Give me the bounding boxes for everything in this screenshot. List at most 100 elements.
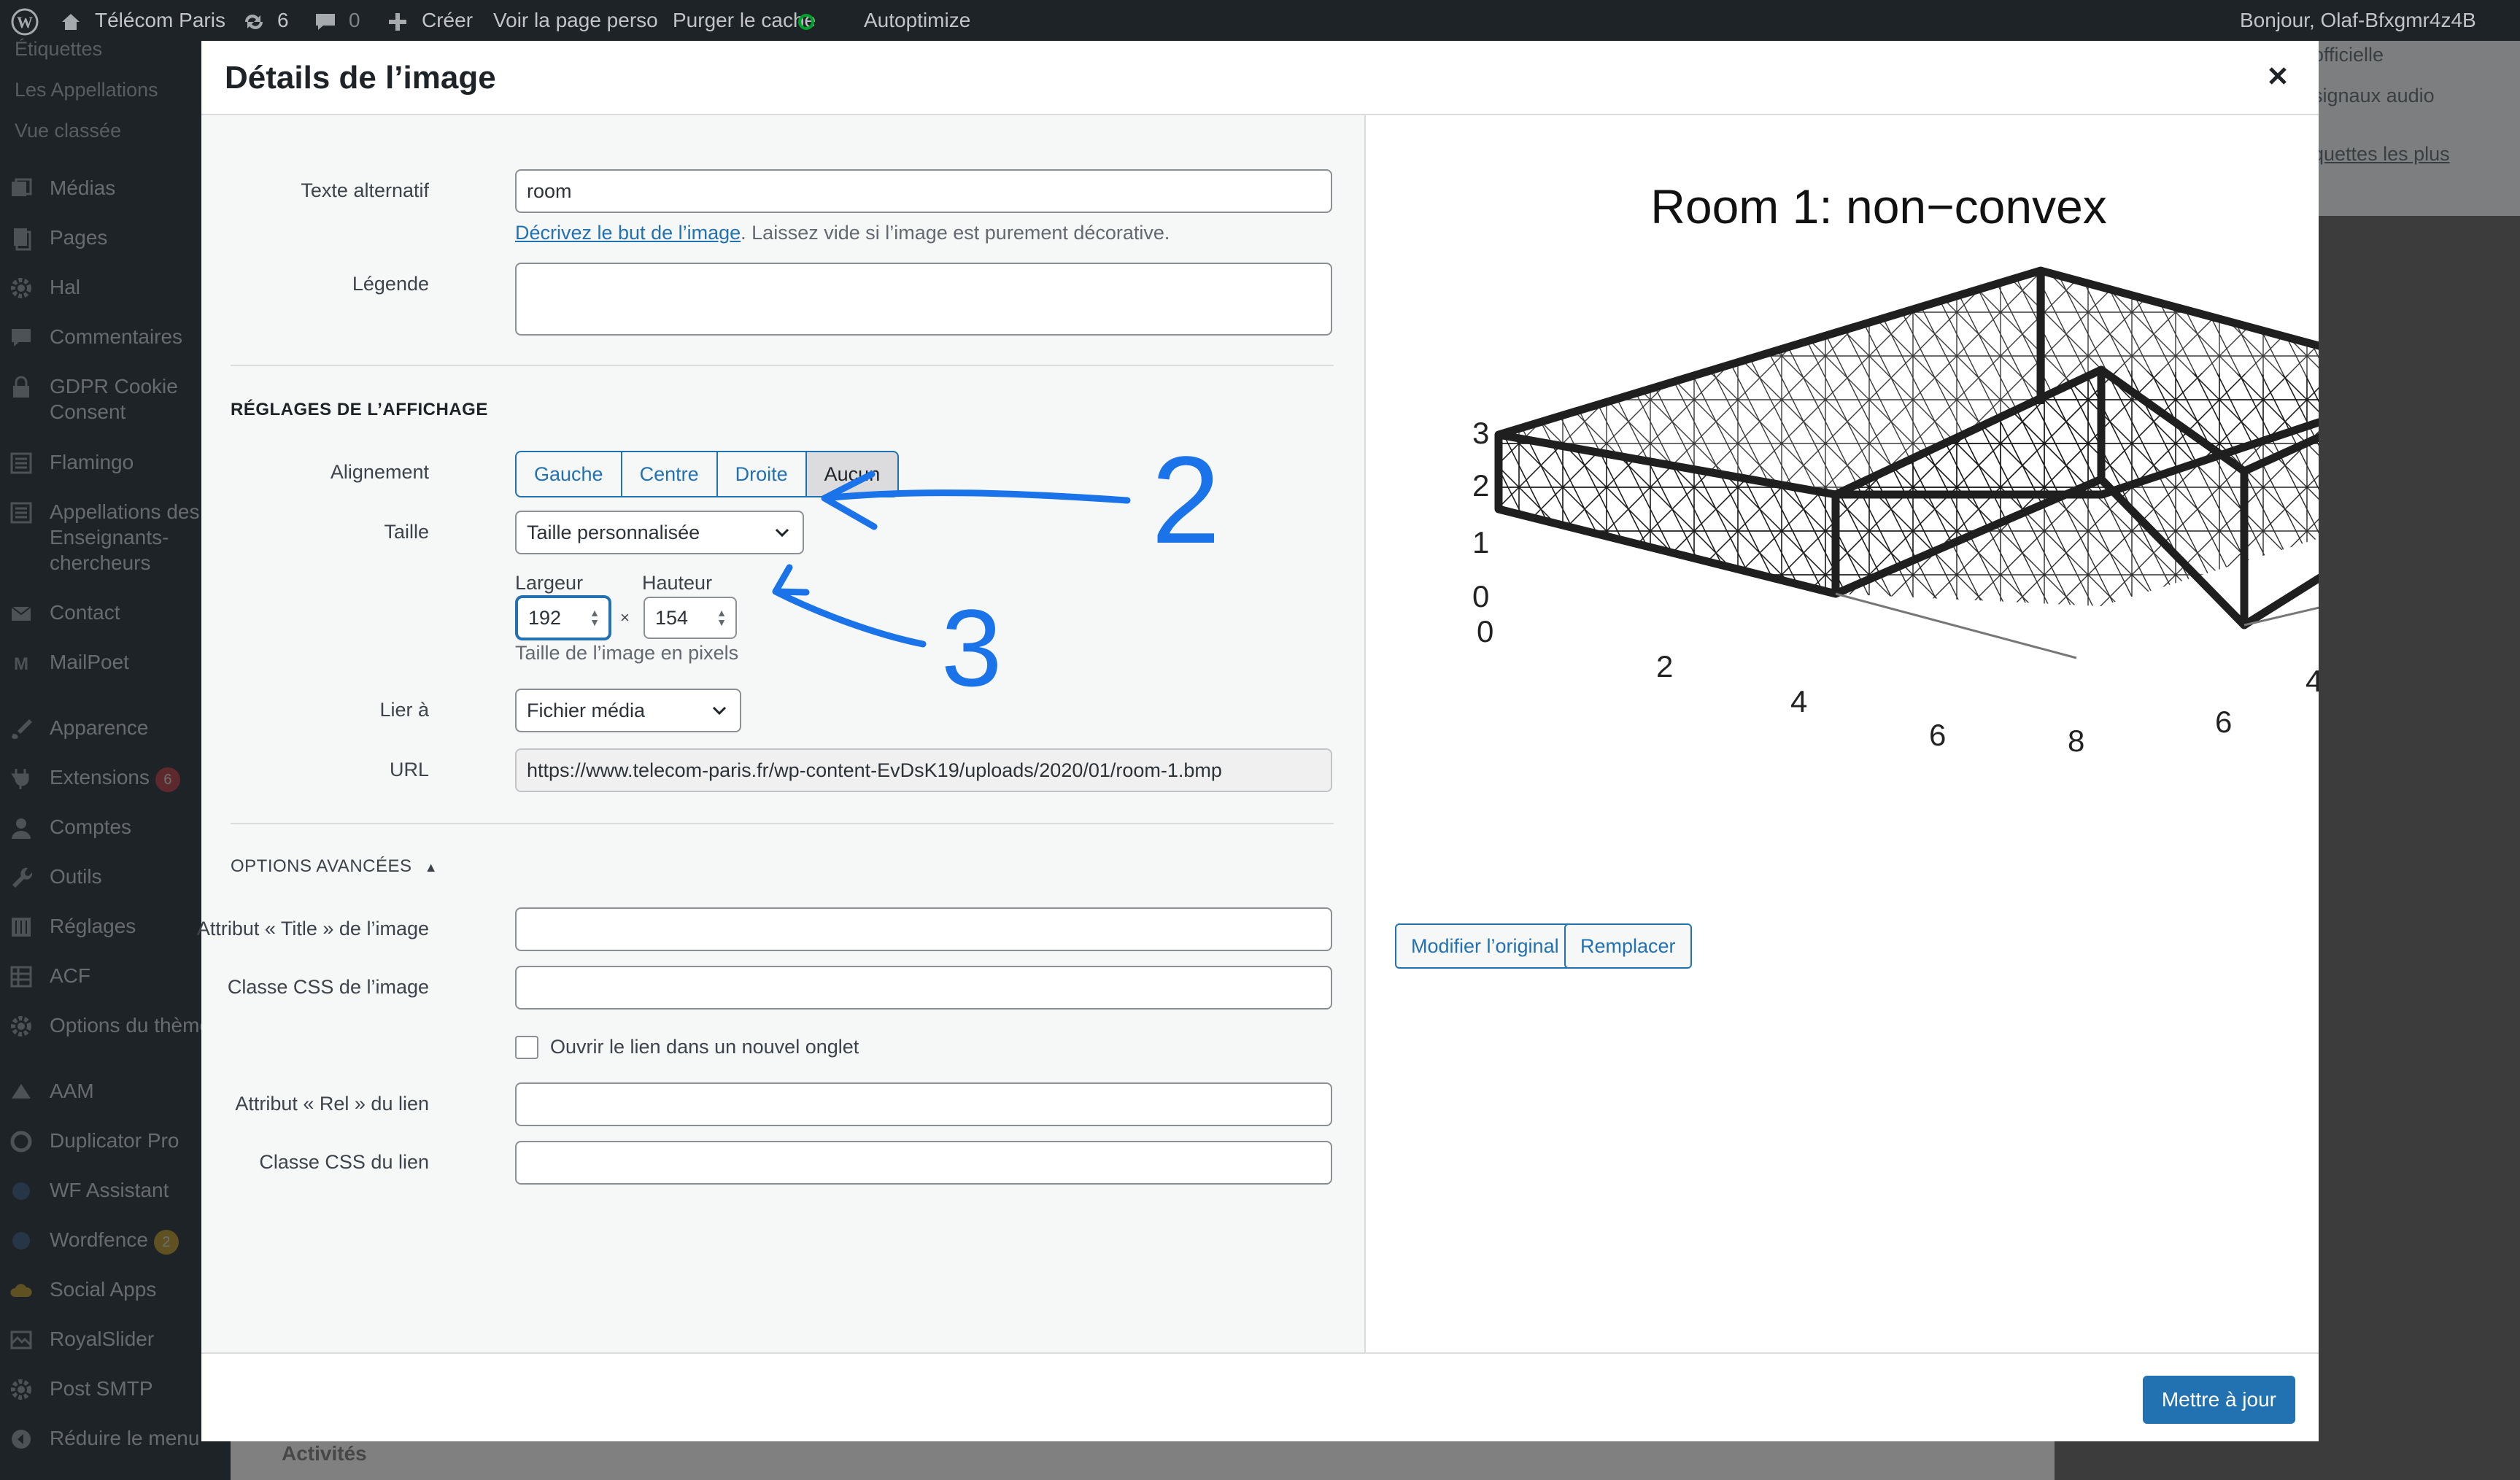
preview-title: Room 1: non−convex [1650, 179, 2107, 233]
new-content-link[interactable]: Créer [422, 0, 473, 41]
edit-original-button[interactable]: Modifier l’original [1395, 923, 1575, 969]
size-select[interactable]: Taille personnalisée [515, 511, 804, 554]
chevron-down-icon [709, 690, 730, 745]
grid-icon [9, 964, 34, 989]
advanced-options-toggle[interactable]: OPTIONS AVANCÉES ▲ [231, 856, 438, 877]
autoptimize-link[interactable]: Autoptimize [864, 0, 970, 41]
home-icon[interactable] [60, 0, 82, 41]
z-tick-label: 2 [1472, 468, 1489, 503]
background-bottom: Activités [231, 1441, 2055, 1480]
comments-icon[interactable] [314, 0, 337, 41]
update-button[interactable]: Mettre à jour [2142, 1376, 2295, 1424]
height-input[interactable]: 154 ▲ ▼ [643, 597, 737, 639]
axis-line [1835, 592, 2077, 659]
comments-count[interactable]: 0 [349, 0, 360, 41]
admin-bar: W Télécom Paris 6 0 Créer Voir la page p… [0, 0, 2520, 41]
alt-text-help-link[interactable]: Décrivez le but de l’image [515, 222, 741, 244]
alt-text-label: Texte alternatif [301, 179, 429, 201]
align-right-button[interactable]: Droite [716, 451, 807, 497]
z-tick-label: 1 [1472, 525, 1489, 559]
caption-label: Légende [352, 273, 429, 295]
collapse-icon [9, 1427, 34, 1452]
cloud-icon [9, 1278, 34, 1303]
svg-text:W: W [17, 13, 33, 31]
y-tick-label: 6 [2215, 705, 2232, 739]
gear-icon [9, 1014, 34, 1039]
image-settings-panel: Texte alternatif room Décrivez le but de… [197, 115, 1366, 1352]
width-input[interactable]: 192 ▲ ▼ [517, 597, 610, 639]
sidebar-subitem[interactable]: Les Appellations [15, 79, 158, 101]
size-help-text: Taille de l’image en pixels [515, 642, 739, 664]
z-tick-label: 0 [1472, 579, 1489, 613]
x-tick-label: 6 [1929, 718, 1946, 752]
y-tick-label: 8 [2068, 724, 2084, 758]
replace-button[interactable]: Remplacer [1564, 923, 1692, 969]
wordfence-icon [9, 1228, 34, 1253]
modal-footer: Mettre à jour [201, 1352, 2319, 1441]
display-settings-heading: RÉGLAGES DE L’AFFICHAGE [231, 400, 488, 419]
slider-icon [9, 1328, 34, 1352]
image-details-modal: Détails de l’image Texte alternatif room… [197, 41, 2319, 1441]
link-css-class-label: Classe CSS du lien [259, 1151, 429, 1173]
svg-text:M: M [14, 654, 28, 674]
new-tab-checkbox[interactable] [515, 1036, 538, 1059]
updates-count[interactable]: 6 [277, 0, 289, 41]
stepper-icon[interactable]: ▲ ▼ [716, 608, 727, 627]
image-css-class-input[interactable] [515, 966, 1332, 1010]
x-tick-label: 4 [1790, 684, 1807, 718]
divider [231, 365, 1334, 366]
x-tick-label: 2 [1656, 649, 1673, 683]
url-field[interactable]: https://www.telecom-paris.fr/wp-content-… [515, 748, 1332, 792]
status-circle-icon [797, 0, 816, 41]
sidebar-subitem[interactable]: Étiquettes [15, 38, 102, 61]
user-greeting[interactable]: Bonjour, Olaf-Bfxgmr4z4B [2240, 0, 2476, 41]
modal-header: Détails de l’image [201, 41, 2319, 115]
comment-icon [9, 325, 34, 350]
purge-cache-link[interactable]: Purger le cache [673, 0, 816, 41]
user-icon [9, 815, 34, 840]
mail-icon [9, 601, 34, 626]
size-label: Taille [384, 521, 429, 543]
modal-title: Détails de l’image [225, 60, 496, 96]
link-to-label: Lier à [379, 699, 429, 721]
view-page-link[interactable]: Voir la page perso [493, 0, 658, 41]
rel-attribute-label: Attribut « Rel » du lien [235, 1093, 429, 1115]
dimension-separator: × [620, 608, 630, 627]
plus-icon[interactable] [387, 0, 409, 41]
wordpress-logo-icon[interactable]: W [10, 0, 39, 41]
duplicator-icon [9, 1129, 34, 1154]
divider [231, 823, 1334, 824]
site-name-link[interactable]: Télécom Paris [95, 0, 225, 41]
gear-icon [9, 276, 34, 301]
caption-textarea[interactable] [515, 263, 1332, 336]
link-to-select[interactable]: Fichier média [515, 689, 741, 732]
new-tab-label[interactable]: Ouvrir le lien dans un nouvel onglet [550, 1036, 859, 1058]
link-css-class-input[interactable] [515, 1141, 1332, 1185]
stepper-icon[interactable]: ▲ ▼ [590, 608, 600, 627]
triangle-up-icon: ▲ [424, 860, 438, 875]
close-icon[interactable] [2263, 61, 2292, 90]
image-css-class-label: Classe CSS de l’image [227, 976, 429, 998]
alignment-label: Alignement [330, 461, 429, 483]
background-text: officielle [2313, 44, 2384, 66]
z-tick-label: 3 [1472, 416, 1489, 450]
title-attribute-input[interactable] [515, 907, 1332, 951]
plug-icon [9, 766, 34, 791]
extensions-count-badge: 6 [155, 767, 180, 792]
settings-icon [9, 915, 34, 939]
sidebar-subitem[interactable]: Vue classée [15, 120, 121, 142]
mailpoet-icon: M [9, 651, 34, 675]
background-link: quettes les plus [2313, 143, 2450, 165]
alt-text-help: Décrivez le but de l’image. Laissez vide… [515, 222, 1170, 244]
align-none-button[interactable]: Aucun [805, 451, 900, 497]
y-tick-label: 4 [2306, 664, 2319, 698]
x-tick-label: 0 [1477, 614, 1493, 648]
alt-text-input[interactable]: room [515, 169, 1332, 213]
align-center-button[interactable]: Centre [620, 451, 718, 497]
image-preview: Room 1: non−convex 3 2 1 0 0 2 4 6 4 6 8 [1472, 179, 2319, 758]
background-text: signaux audio [2313, 85, 2435, 106]
updates-icon[interactable] [241, 0, 267, 41]
align-left-button[interactable]: Gauche [515, 451, 622, 497]
width-label: Largeur [515, 572, 584, 594]
rel-attribute-input[interactable] [515, 1082, 1332, 1126]
